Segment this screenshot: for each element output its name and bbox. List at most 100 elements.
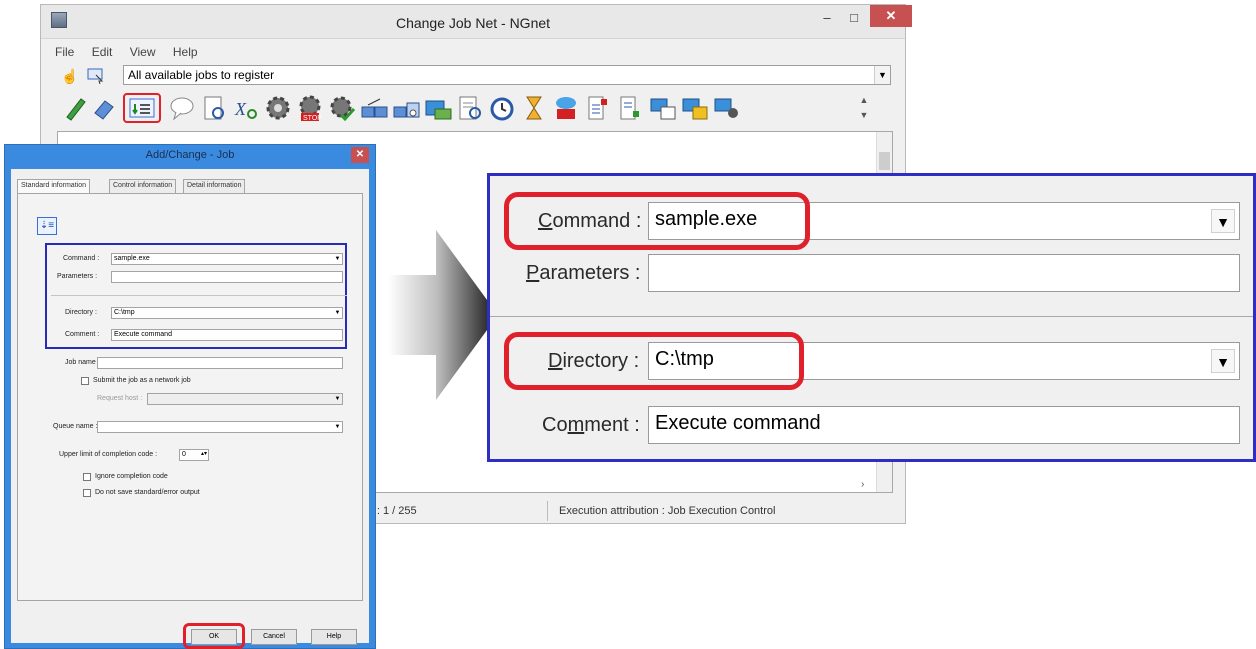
dialog-title: Add/Change - Job (145, 149, 235, 161)
scroll-right-icon[interactable]: › (861, 479, 864, 490)
pencil-icon[interactable] (61, 93, 91, 123)
hourglass-icon[interactable] (519, 93, 549, 123)
toolbar-scroll[interactable]: ▲ ▼ (857, 93, 871, 123)
gear-stop-icon[interactable]: STOP (295, 93, 325, 123)
menu-edit[interactable]: Edit (92, 45, 113, 59)
zoom-comment-label: Comment : (542, 414, 640, 437)
select-window-icon[interactable] (87, 67, 105, 85)
comment-input[interactable]: Execute command (111, 329, 343, 341)
gear-check-icon[interactable] (327, 93, 357, 123)
zoom-parameters-label-mnemonic: P (526, 262, 540, 284)
zoom-comment-label-start: Co (542, 414, 568, 436)
pointer-tool-icon[interactable]: ☝ (61, 67, 79, 85)
request-host-combobox[interactable]: ▼ (147, 393, 343, 405)
scrollbar-thumb[interactable] (879, 152, 890, 170)
job-name-label: Job name : (65, 359, 100, 366)
status-attribution: Execution attribution : Job Execution Co… (559, 505, 776, 517)
computer-warning-icon[interactable] (679, 93, 709, 123)
directory-value: C:\tmp (114, 309, 135, 316)
chevron-down-icon: ▼ (1211, 349, 1235, 373)
cancel-button[interactable]: Cancel (251, 629, 297, 645)
zoom-section-divider (490, 316, 1253, 317)
event-send-icon[interactable] (583, 93, 613, 123)
ignore-code-label: Ignore completion code (95, 473, 168, 480)
dialog-close-button[interactable]: ✕ (351, 147, 369, 163)
zoom-comment-input[interactable]: Execute command (648, 406, 1240, 444)
comment-value: Execute command (114, 331, 172, 338)
computer-monitor-icon[interactable] (647, 93, 677, 123)
chevron-down-icon: ▼ (334, 256, 341, 262)
chevron-down-icon: ▼ (334, 424, 341, 430)
tab-control-information[interactable]: Control information (109, 179, 177, 193)
jobs-filter-select[interactable]: All available jobs to register ▼ (123, 65, 891, 85)
dialog-body: Standard information Control information… (11, 169, 369, 643)
comment-label: Comment : (65, 331, 100, 338)
svg-text:X: X (234, 99, 247, 119)
job-command-icon[interactable] (123, 93, 161, 123)
status-divider (547, 501, 548, 521)
job-toolbar: X STOP (61, 91, 881, 127)
network-event-icon[interactable] (551, 93, 581, 123)
eraser-icon[interactable] (89, 93, 119, 123)
transfer-out-icon[interactable] (359, 93, 389, 123)
chevron-down-icon: ▼ (874, 66, 890, 84)
upper-limit-spinner[interactable]: 0 ▴▾ (179, 449, 209, 461)
add-change-job-dialog: Add/Change - Job ✕ Standard information … (4, 144, 376, 649)
ok-highlight-oval (183, 623, 245, 649)
spinner-arrows-icon[interactable]: ▴▾ (201, 450, 207, 457)
ignore-code-checkbox[interactable] (83, 473, 91, 481)
command-value: sample.exe (114, 255, 150, 262)
upper-limit-label: Upper limit of completion code : (59, 451, 158, 458)
menu-file[interactable]: File (55, 45, 74, 59)
status-bar: (s) : 1 / 255 Execution attribution : Jo… (361, 501, 901, 521)
dialog-title-bar: Add/Change - Job ✕ (5, 145, 375, 167)
maximize-button[interactable]: □ (844, 8, 864, 28)
directory-highlight-oval (504, 332, 804, 390)
help-button[interactable]: Help (311, 629, 357, 645)
request-host-label: Request host : (97, 395, 143, 402)
queue-name-combobox[interactable]: ▼ (97, 421, 343, 433)
tab-standard-information[interactable]: Standard information (17, 179, 90, 193)
minimize-button[interactable]: – (817, 8, 837, 28)
menu-help[interactable]: Help (173, 45, 198, 59)
toolbar-top: ☝ All available jobs to register ▼ (61, 65, 897, 87)
parameters-input[interactable] (111, 271, 343, 283)
svg-text:STOP: STOP (303, 115, 322, 122)
parameters-label: Parameters : (57, 273, 98, 280)
command-combobox[interactable]: sample.exe ▼ (111, 253, 343, 265)
tab-detail-information[interactable]: Detail information (183, 179, 246, 193)
document-search-icon[interactable] (199, 93, 229, 123)
queue-name-label: Queue name : (53, 423, 98, 430)
section-divider (51, 295, 347, 296)
title-bar: Change Job Net - NGnet – □ ✕ (41, 5, 912, 39)
command-highlight-oval (504, 192, 810, 250)
alarm-clock-icon[interactable] (487, 93, 517, 123)
job-command-icon: ⇣≡ (37, 217, 57, 235)
job-name-input[interactable] (97, 357, 343, 369)
network-job-label: Submit the job as a network job (93, 377, 191, 384)
directory-label: Directory : (65, 309, 97, 316)
file-transfer-icon[interactable] (423, 93, 453, 123)
zoom-parameters-input[interactable] (648, 254, 1240, 292)
document-check-icon[interactable] (455, 93, 485, 123)
chevron-down-icon: ▼ (1211, 209, 1235, 233)
window-title: Change Job Net - NGnet (395, 15, 551, 31)
chevron-down-icon: ▼ (334, 396, 341, 402)
jobs-filter-value: All available jobs to register (128, 68, 275, 82)
zoom-arrow-icon (388, 230, 498, 400)
directory-combobox[interactable]: C:\tmp ▼ (111, 307, 343, 319)
comment-icon[interactable] (167, 93, 197, 123)
no-save-output-label: Do not save standard/error output (95, 489, 200, 496)
variable-search-icon[interactable]: X (231, 93, 261, 123)
computer-user-icon[interactable] (711, 93, 741, 123)
transfer-in-icon[interactable] (391, 93, 421, 123)
zoom-comment-label-rest: ment : (584, 414, 640, 436)
event-receive-icon[interactable] (615, 93, 645, 123)
close-button[interactable]: ✕ (870, 5, 912, 27)
gear-icon[interactable] (263, 93, 293, 123)
network-job-checkbox[interactable] (81, 377, 89, 385)
no-save-output-checkbox[interactable] (83, 489, 91, 497)
menu-view[interactable]: View (130, 45, 156, 59)
zoom-comment-value: Execute command (655, 412, 821, 434)
menu-bar: File Edit View Help (55, 45, 212, 59)
